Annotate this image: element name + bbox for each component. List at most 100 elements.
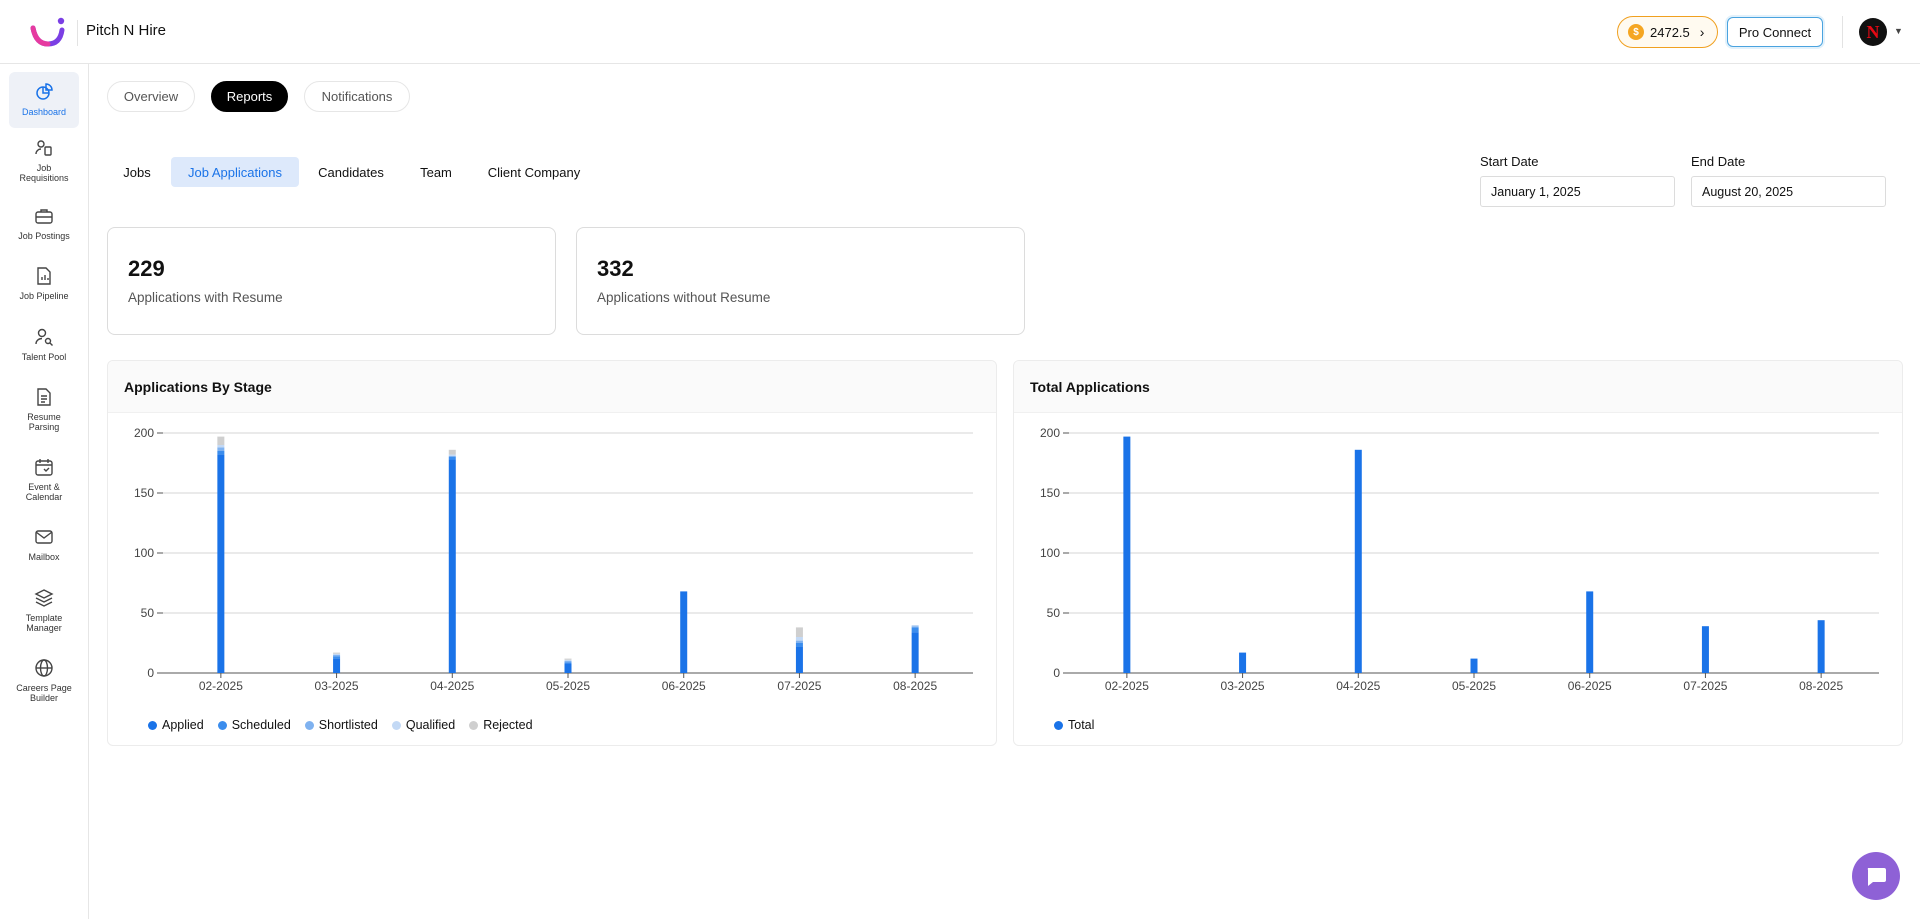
bar-total-03-2025[interactable] [1239, 652, 1247, 673]
sidebar-item-resume-parsing[interactable]: Resume Parsing [9, 387, 79, 439]
bar-applied-04-2025[interactable] [448, 459, 456, 673]
bar-shortlisted-02-2025[interactable] [217, 447, 225, 451]
bar-shortlisted-07-2025[interactable] [795, 640, 803, 643]
subtab-team[interactable]: Team [403, 157, 469, 187]
legend-item-scheduled[interactable]: Scheduled [217, 718, 291, 732]
bar-qualified-02-2025[interactable] [217, 445, 225, 448]
layers-icon [34, 589, 54, 607]
bar-applied-05-2025[interactable] [564, 663, 572, 673]
bar-shortlisted-08-2025[interactable] [911, 626, 919, 628]
sidebar-item-mailbox[interactable]: Mailbox [9, 527, 79, 569]
sidebar-item-job-pipeline[interactable]: Job Pipeline [9, 266, 79, 306]
legend-label: Qualified [405, 718, 456, 732]
top-header: Pitch N Hire $ 2472.5 › Pro Connect N ▼ [0, 0, 1920, 64]
legend-dot [391, 720, 401, 730]
document-icon [37, 388, 51, 406]
bar-rejected-07-2025[interactable] [795, 627, 803, 637]
y-tick-label: 200 [134, 426, 154, 440]
bar-shortlisted-03-2025[interactable] [333, 655, 341, 657]
x-tick-label: 08-2025 [1799, 679, 1843, 693]
bar-rejected-04-2025[interactable] [448, 449, 456, 455]
start-date-input[interactable] [1480, 176, 1675, 207]
subtab-job-applications[interactable]: Job Applications [171, 157, 299, 187]
bar-applied-03-2025[interactable] [333, 658, 341, 673]
briefcase-icon [35, 209, 53, 224]
subtab-jobs[interactable]: Jobs [113, 157, 161, 187]
talent-search-icon [35, 328, 53, 346]
bar-total-07-2025[interactable] [1701, 626, 1709, 673]
legend-item-shortlisted[interactable]: Shortlisted [304, 718, 378, 732]
chart-legend: Total [1054, 718, 1108, 732]
sidebar-item-talent-pool[interactable]: Talent Pool [9, 327, 79, 367]
header-divider [1842, 16, 1843, 48]
sidebar-item-job-postings[interactable]: Job Postings [9, 206, 79, 246]
tab-overview[interactable]: Overview [107, 81, 195, 112]
bar-qualified-08-2025[interactable] [911, 625, 919, 627]
stat-label: Applications without Resume [597, 290, 771, 305]
y-tick-label: 100 [134, 546, 154, 560]
bar-rejected-05-2025[interactable] [564, 658, 572, 660]
start-date-label: Start Date [1480, 154, 1539, 169]
avatar[interactable]: N [1859, 18, 1887, 46]
stat-value: 332 [597, 256, 634, 281]
stat-label: Applications with Resume [128, 290, 283, 305]
credits-button[interactable]: $ 2472.5 › [1617, 16, 1718, 48]
tab-reports[interactable]: Reports [211, 81, 288, 112]
bar-scheduled-02-2025[interactable] [217, 451, 225, 455]
bar-total-05-2025[interactable] [1470, 658, 1478, 673]
bar-rejected-02-2025[interactable] [217, 436, 225, 445]
sidebar-item-event-calendar[interactable]: Event & Calendar [9, 457, 79, 509]
sidebar-item-job-requisitions[interactable]: Job Requisitions [9, 138, 79, 188]
end-date-input[interactable] [1691, 176, 1886, 207]
bar-applied-02-2025[interactable] [217, 454, 225, 673]
coin-icon: $ [1628, 24, 1644, 40]
bar-shortlisted-05-2025[interactable] [564, 661, 572, 663]
bar-total-02-2025[interactable] [1123, 436, 1131, 673]
bar-total-04-2025[interactable] [1354, 449, 1362, 673]
bar-qualified-04-2025[interactable] [448, 454, 456, 456]
bar-scheduled-05-2025[interactable] [564, 662, 572, 664]
bar-qualified-07-2025[interactable] [795, 637, 803, 641]
sidebar-item-dashboard[interactable]: Dashboard [9, 72, 79, 128]
bar-scheduled-04-2025[interactable] [448, 457, 456, 460]
bar-shortlisted-04-2025[interactable] [448, 455, 456, 457]
tab-notifications[interactable]: Notifications [304, 81, 410, 112]
legend-label: Scheduled [231, 718, 291, 732]
bar-total-06-2025[interactable] [1586, 591, 1594, 673]
legend-item-qualified[interactable]: Qualified [391, 718, 456, 732]
pitchnhire-logo[interactable] [28, 14, 68, 50]
bar-total-08-2025[interactable] [1817, 620, 1825, 673]
chart-title: Applications By Stage [108, 361, 996, 413]
bar-qualified-03-2025[interactable] [333, 653, 341, 655]
avatar-letter: N [1866, 21, 1880, 42]
caret-down-icon[interactable]: ▼ [1894, 26, 1903, 36]
legend-item-total[interactable]: Total [1054, 718, 1094, 732]
subtab-candidates[interactable]: Candidates [309, 157, 393, 187]
bar-applied-06-2025[interactable] [680, 591, 688, 673]
pro-connect-button[interactable]: Pro Connect [1727, 17, 1823, 47]
brand-divider [77, 20, 78, 46]
legend-item-rejected[interactable]: Rejected [469, 718, 533, 732]
bar-applied-08-2025[interactable] [911, 632, 919, 673]
sidebar-item-label: Careers Page Builder [16, 683, 72, 703]
sidebar-item-label: Talent Pool [21, 352, 67, 362]
bar-rejected-03-2025[interactable] [333, 652, 341, 654]
legend-label: Total [1068, 718, 1095, 732]
bar-scheduled-03-2025[interactable] [333, 656, 341, 659]
bar-scheduled-08-2025[interactable] [911, 627, 919, 633]
sidebar-item-template-manager[interactable]: Template Manager [9, 588, 79, 640]
y-tick-label: 150 [1040, 486, 1060, 500]
legend-dot [469, 720, 479, 730]
sidebar: Dashboard Job Requisitions Job Postings … [0, 64, 89, 919]
x-tick-label: 02-2025 [199, 679, 243, 693]
stat-card-with-resume: 229 Applications with Resume [107, 227, 556, 335]
legend-item-applied[interactable]: Applied [148, 718, 204, 732]
bar-applied-07-2025[interactable] [795, 646, 803, 673]
bar-scheduled-07-2025[interactable] [795, 643, 803, 647]
app-name: Pitch N Hire [86, 22, 167, 39]
sidebar-item-careers-page-builder[interactable]: Careers Page Builder [9, 658, 79, 710]
bar-qualified-05-2025[interactable] [564, 659, 572, 661]
subtab-client-company[interactable]: Client Company [479, 157, 589, 187]
chat-support-button[interactable] [1852, 852, 1900, 900]
chat-icon [1867, 868, 1886, 886]
